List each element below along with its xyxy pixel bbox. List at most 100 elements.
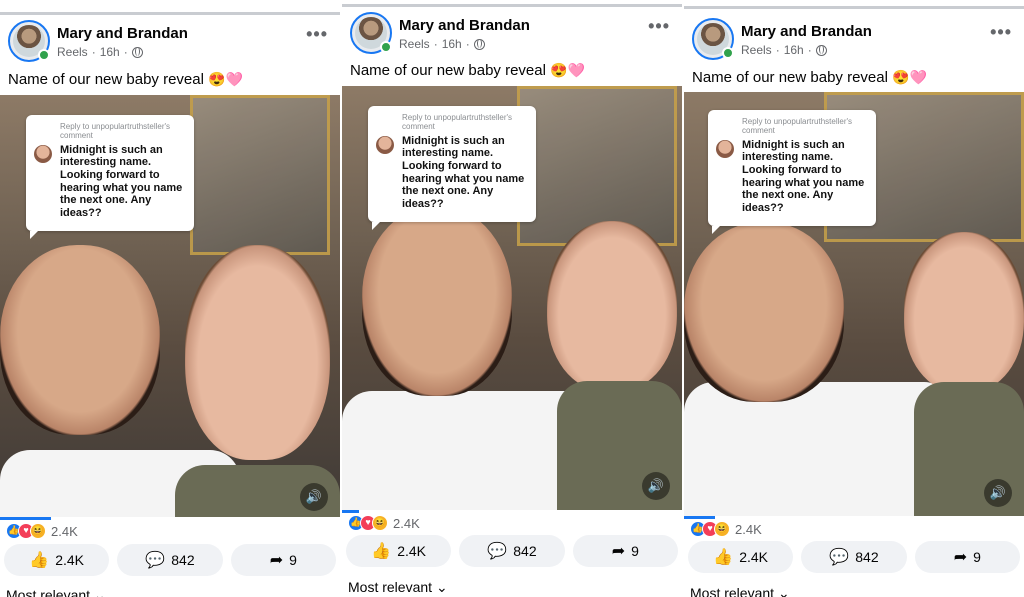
post-header: Mary and Brandan Reels · 16h · ••• bbox=[8, 20, 328, 64]
post-meta: Reels · 16h · bbox=[741, 43, 827, 57]
reaction-summary[interactable]: 👍 ♥ 😆 2.4K bbox=[6, 522, 78, 540]
comment-sort-dropdown[interactable]: Most relevant ⌄ bbox=[348, 579, 448, 596]
like-button[interactable]: 👍 2.4K bbox=[346, 535, 452, 567]
meta-time[interactable]: 16h bbox=[784, 43, 804, 57]
online-status-dot bbox=[380, 41, 392, 53]
like-count: 2.4K bbox=[739, 549, 769, 565]
video-progress[interactable] bbox=[342, 510, 359, 513]
author-name[interactable]: Mary and Brandan bbox=[399, 17, 530, 34]
caption-emoji: 😍🩷 bbox=[208, 71, 243, 87]
globe-icon bbox=[131, 46, 143, 58]
sort-label: Most relevant bbox=[348, 579, 433, 595]
share-arrow-icon: ➦ bbox=[269, 552, 284, 569]
chevron-down-icon: ⌄ bbox=[435, 579, 448, 595]
share-arrow-icon: ➦ bbox=[953, 549, 968, 566]
speaker-icon[interactable]: 🔊 bbox=[984, 479, 1012, 507]
more-options-button[interactable]: ••• bbox=[990, 22, 1012, 43]
online-status-dot bbox=[722, 47, 734, 59]
share-count: 9 bbox=[631, 543, 639, 559]
speaker-icon[interactable]: 🔊 bbox=[300, 483, 328, 511]
chevron-down-icon: ⌄ bbox=[93, 587, 106, 597]
reply-to-label: Reply to unpopulartruthsteller's comment bbox=[60, 122, 171, 140]
share-count: 9 bbox=[289, 552, 297, 568]
reaction-count: 2.4K bbox=[393, 515, 420, 531]
comment-reply-sticker: Reply to unpopulartruthsteller's comment… bbox=[368, 106, 536, 230]
comment-button[interactable]: 💬 842 bbox=[801, 541, 907, 573]
reel-post-3: Mary and Brandan Reels · 16h · ••• Name … bbox=[684, 0, 1024, 597]
reel-video[interactable]: Reply to unpopulartruthsteller's comment… bbox=[684, 92, 1024, 516]
reaction-count: 2.4K bbox=[735, 521, 762, 537]
meta-source[interactable]: Reels bbox=[57, 45, 88, 59]
woman-face bbox=[0, 245, 160, 435]
haha-reaction-icon: 😆 bbox=[30, 523, 46, 539]
speaker-icon[interactable]: 🔊 bbox=[642, 472, 670, 500]
comment-count: 842 bbox=[855, 549, 879, 565]
share-button[interactable]: ➦ 9 bbox=[230, 544, 336, 576]
commenter-avatar bbox=[376, 136, 394, 154]
reel-post-1: Mary and Brandan Reels · 16h · ••• Name … bbox=[0, 0, 340, 597]
post-caption: Name of our new baby reveal 😍🩷 bbox=[350, 62, 585, 79]
haha-reaction-icon: 😆 bbox=[372, 515, 388, 531]
reel-post-2: Mary and Brandan Reels · 16h · ••• Name … bbox=[342, 0, 682, 597]
author-name[interactable]: Mary and Brandan bbox=[741, 23, 872, 40]
comment-sort-dropdown[interactable]: Most relevant ⌄ bbox=[6, 587, 106, 597]
divider bbox=[0, 12, 340, 15]
comment-bubble-icon: 💬 bbox=[145, 552, 166, 569]
reel-video[interactable]: Reply to unpopulartruthsteller's comment… bbox=[0, 95, 340, 517]
post-meta: Reels · 16h · bbox=[57, 45, 143, 59]
comment-reply-sticker: Reply to unpopulartruthsteller's comment… bbox=[26, 115, 194, 239]
action-bar: 👍 2.4K 💬 842 ➦ 9 bbox=[4, 544, 336, 576]
comment-reply-sticker: Reply to unpopulartruthsteller's comment… bbox=[708, 110, 876, 234]
thumbs-up-icon: 👍 bbox=[713, 549, 734, 566]
like-button[interactable]: 👍 2.4K bbox=[688, 541, 794, 573]
sort-label: Most relevant bbox=[6, 587, 91, 597]
man-face bbox=[185, 245, 330, 460]
caption-emoji: 😍🩷 bbox=[892, 69, 927, 85]
post-caption: Name of our new baby reveal 😍🩷 bbox=[8, 71, 243, 88]
caption-text: Name of our new baby reveal bbox=[692, 69, 888, 86]
thumbs-up-icon: 👍 bbox=[371, 543, 392, 560]
meta-time[interactable]: 16h bbox=[100, 45, 120, 59]
globe-icon bbox=[815, 44, 827, 56]
commenter-avatar bbox=[34, 145, 52, 163]
comment-sort-dropdown[interactable]: Most relevant ⌄ bbox=[690, 585, 790, 597]
reply-comment-text: Midnight is such an interesting name. Lo… bbox=[60, 143, 183, 219]
share-button[interactable]: ➦ 9 bbox=[572, 535, 678, 567]
reply-to-label: Reply to unpopulartruthsteller's comment bbox=[742, 117, 853, 135]
online-status-dot bbox=[38, 49, 50, 61]
video-progress[interactable] bbox=[0, 517, 51, 520]
like-count: 2.4K bbox=[55, 552, 85, 568]
share-count: 9 bbox=[973, 549, 981, 565]
caption-text: Name of our new baby reveal bbox=[350, 62, 546, 79]
share-button[interactable]: ➦ 9 bbox=[914, 541, 1020, 573]
video-progress[interactable] bbox=[684, 516, 715, 519]
reaction-summary[interactable]: 👍 ♥ 😆 2.4K bbox=[690, 520, 762, 538]
author-name[interactable]: Mary and Brandan bbox=[57, 25, 188, 42]
chevron-down-icon: ⌄ bbox=[777, 585, 790, 597]
reaction-summary[interactable]: 👍 ♥ 😆 2.4K bbox=[348, 514, 420, 532]
caption-text: Name of our new baby reveal bbox=[8, 71, 204, 88]
woman-face bbox=[362, 206, 512, 396]
comment-button[interactable]: 💬 842 bbox=[459, 535, 565, 567]
commenter-avatar bbox=[716, 140, 734, 158]
share-arrow-icon: ➦ bbox=[611, 543, 626, 560]
sort-label: Most relevant bbox=[690, 585, 775, 597]
divider bbox=[684, 6, 1024, 9]
more-options-button[interactable]: ••• bbox=[648, 16, 670, 37]
post-meta: Reels · 16h · bbox=[399, 37, 485, 51]
comment-button[interactable]: 💬 842 bbox=[117, 544, 223, 576]
woman-face bbox=[684, 222, 844, 402]
like-button[interactable]: 👍 2.4K bbox=[4, 544, 110, 576]
more-options-button[interactable]: ••• bbox=[306, 24, 328, 45]
meta-source[interactable]: Reels bbox=[741, 43, 772, 57]
globe-icon bbox=[473, 38, 485, 50]
post-header: Mary and Brandan Reels · 16h · ••• bbox=[350, 12, 670, 56]
post-header: Mary and Brandan Reels · 16h · ••• bbox=[692, 18, 1012, 62]
reel-video[interactable]: Reply to unpopulartruthsteller's comment… bbox=[342, 86, 682, 510]
meta-source[interactable]: Reels bbox=[399, 37, 430, 51]
like-count: 2.4K bbox=[397, 543, 427, 559]
meta-time[interactable]: 16h bbox=[442, 37, 462, 51]
reply-to-label: Reply to unpopulartruthsteller's comment bbox=[402, 113, 513, 131]
thumbs-up-icon: 👍 bbox=[29, 552, 50, 569]
reply-comment-text: Midnight is such an interesting name. Lo… bbox=[402, 134, 525, 210]
